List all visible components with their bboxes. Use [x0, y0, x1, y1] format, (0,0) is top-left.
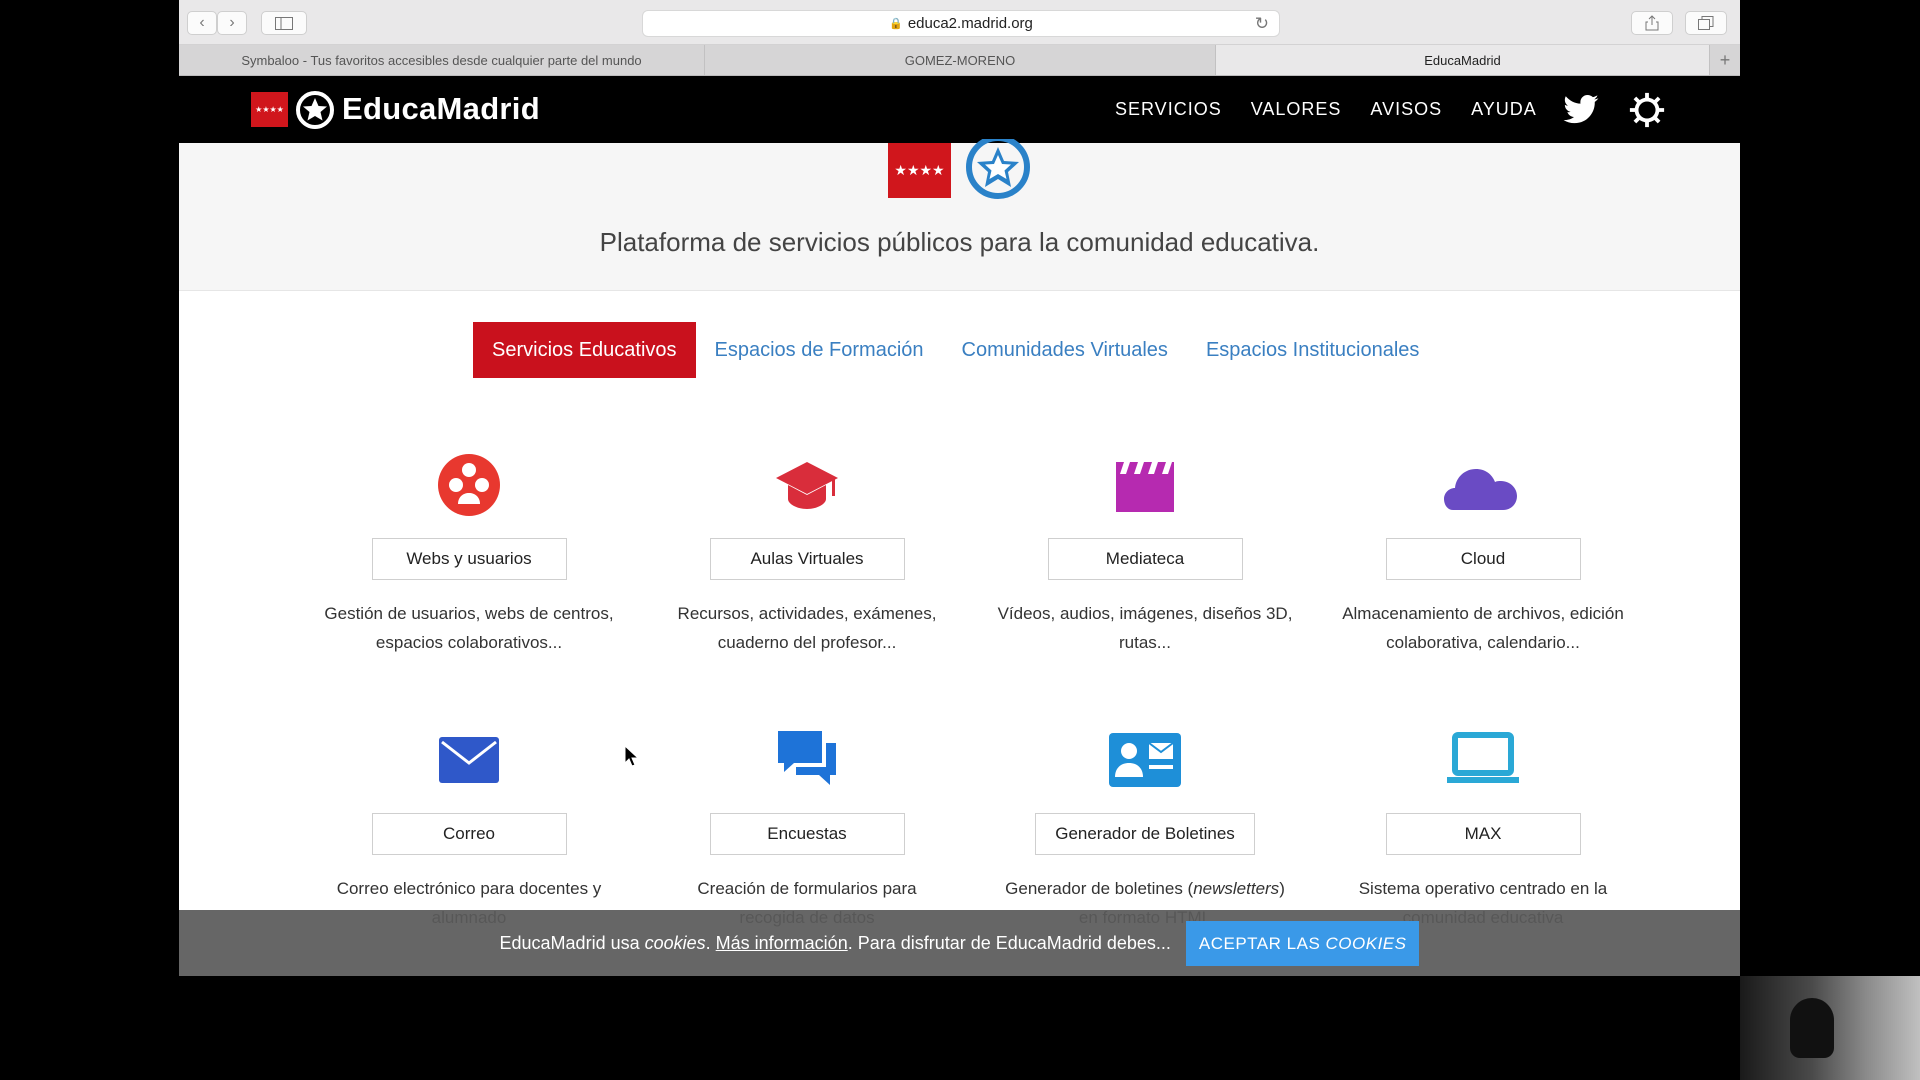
clapperboard-icon[interactable]	[1112, 452, 1178, 518]
cloud-desc-line2: colaborativa, calendario...	[1386, 633, 1580, 652]
aulas-desc-line2: cuaderno del profesor...	[717, 633, 897, 652]
educamadrid-star-icon	[296, 91, 334, 129]
brand-logo-text[interactable]: EducaMadrid	[342, 91, 540, 127]
url-text: educa2.madrid.org	[907, 15, 1033, 32]
mediateca-desc-line2: rutas...	[1119, 633, 1171, 652]
service-card-webs: Webs y usuarios Gestión de usuarios, web…	[309, 452, 629, 657]
service-card-boletines: Generador de Boletines Generador de bole…	[985, 727, 1305, 932]
cloud-button[interactable]: Cloud	[1385, 538, 1581, 580]
webs-description: Gestión de usuarios, webs de centros, es…	[309, 599, 629, 657]
nav-servicios[interactable]: SERVICIOS	[1115, 99, 1222, 120]
id-card-icon[interactable]	[1107, 727, 1183, 793]
mediateca-description: Vídeos, audios, imágenes, diseños 3D, ru…	[985, 599, 1305, 657]
sidebar-toggle-icon[interactable]	[261, 11, 307, 35]
site-header: ★★★★ EducaMadrid SERVICIOS VALORES AVISO…	[179, 76, 1740, 143]
browser-tab-gomez-moreno[interactable]: GOMEZ-MORENO	[705, 45, 1216, 75]
address-bar[interactable]: 🔒 educa2.madrid.org ↻	[642, 10, 1280, 37]
madrid-flag-icon: ★★★★	[888, 143, 951, 198]
hero-banner: ★★★★ Plataforma de servicios públicos pa…	[179, 139, 1740, 291]
cloud-icon[interactable]	[1443, 452, 1523, 518]
forward-button[interactable]: ›	[217, 11, 247, 35]
mediateca-desc-line1: Vídeos, audios, imágenes, diseños 3D,	[997, 604, 1293, 623]
webcam-overlay	[1740, 976, 1920, 1080]
aulas-desc-line1: Recursos, actividades, exámenes,	[677, 604, 937, 623]
cloud-desc-line1: Almacenamiento de archivos, edición	[1342, 604, 1624, 623]
webs-desc-line2: espacios colaborativos...	[375, 633, 563, 652]
presenter-silhouette	[1790, 998, 1834, 1058]
nav-avisos[interactable]: AVISOS	[1370, 99, 1442, 120]
envelope-icon[interactable]	[436, 727, 502, 793]
tab-espacios-formacion[interactable]: Espacios de Formación	[696, 322, 943, 378]
madrid-flag-icon: ★★★★	[251, 92, 288, 127]
browser-toolbar: ‹ › 🔒 educa2.madrid.org ↻	[179, 0, 1740, 45]
users-circle-icon[interactable]	[436, 452, 502, 518]
browser-tab-bar: Symbaloo - Tus favoritos accesibles desd…	[179, 45, 1740, 76]
correo-desc-line1: Correo electrónico para docentes y	[336, 879, 602, 898]
mediateca-button[interactable]: Mediateca	[1047, 538, 1243, 580]
service-card-encuestas: Encuestas Creación de formularios para r…	[647, 727, 967, 932]
hero-tagline: Plataforma de servicios públicos para la…	[599, 227, 1320, 257]
correo-button[interactable]: Correo	[371, 813, 567, 855]
browser-window: ‹ › 🔒 educa2.madrid.org ↻ Symbaloo - Tus…	[179, 0, 1740, 976]
tab-comunidades-virtuales[interactable]: Comunidades Virtuales	[943, 322, 1187, 378]
back-button[interactable]: ‹	[187, 11, 217, 35]
boletines-desc-line1: Generador de boletines (newsletters)	[1005, 879, 1285, 898]
max-desc-line1: Sistema operativo centrado en la	[1358, 879, 1608, 898]
webs-desc-line1: Gestión de usuarios, webs de centros,	[324, 604, 614, 623]
chat-bubbles-icon[interactable]	[774, 727, 840, 793]
tab-espacios-institucionales[interactable]: Espacios Institucionales	[1187, 322, 1438, 378]
encuestas-button[interactable]: Encuestas	[709, 813, 905, 855]
new-tab-icon[interactable]: +	[1710, 45, 1740, 75]
nav-valores[interactable]: VALORES	[1251, 99, 1342, 120]
twitter-icon[interactable]	[1562, 91, 1600, 129]
cloud-description: Almacenamiento de archivos, edición cola…	[1323, 599, 1643, 657]
tab-servicios-educativos[interactable]: Servicios Educativos	[473, 322, 696, 378]
encuestas-desc-line1: Creación de formularios para	[697, 879, 917, 898]
more-info-link[interactable]: Más información	[716, 933, 848, 953]
webs-button[interactable]: Webs y usuarios	[371, 538, 567, 580]
aulas-button[interactable]: Aulas Virtuales	[709, 538, 905, 580]
accept-cookies-button[interactable]: ACEPTAR LAS COOKIES	[1185, 920, 1420, 966]
nav-ayuda[interactable]: AYUDA	[1471, 99, 1537, 120]
max-button[interactable]: MAX	[1385, 813, 1581, 855]
boletines-button[interactable]: Generador de Boletines	[1035, 813, 1255, 855]
service-card-max: MAX Sistema operativo centrado en la com…	[1323, 727, 1643, 932]
share-icon[interactable]	[1631, 11, 1673, 35]
cookie-banner: EducaMadrid usa cookies. Más información…	[179, 910, 1740, 976]
reload-icon[interactable]: ↻	[1255, 14, 1269, 34]
covid-gear-icon[interactable]	[1628, 91, 1666, 129]
service-card-aulas: Aulas Virtuales Recursos, actividades, e…	[647, 452, 967, 657]
laptop-icon[interactable]	[1445, 727, 1521, 793]
service-card-cloud: Cloud Almacenamiento de archivos, edició…	[1323, 452, 1643, 657]
lock-icon: 🔒	[889, 18, 903, 30]
browser-tab-educamadrid[interactable]: EducaMadrid	[1216, 45, 1710, 75]
tabs-overview-icon[interactable]	[1685, 11, 1727, 35]
cookie-message: EducaMadrid usa cookies. Más información…	[499, 932, 1171, 953]
mouse-cursor-icon	[624, 745, 638, 767]
aulas-description: Recursos, actividades, exámenes, cuadern…	[647, 599, 967, 657]
educamadrid-star-icon	[966, 139, 1030, 199]
main-nav: SERVICIOS VALORES AVISOS AYUDA	[1115, 76, 1566, 143]
graduation-cap-icon[interactable]	[774, 452, 840, 518]
service-card-correo: Correo Correo electrónico para docentes …	[309, 727, 629, 932]
service-card-mediateca: Mediateca Vídeos, audios, imágenes, dise…	[985, 452, 1305, 657]
browser-tab-symbaloo[interactable]: Symbaloo - Tus favoritos accesibles desd…	[179, 45, 705, 75]
section-tabs: Servicios Educativos Espacios de Formaci…	[473, 322, 1438, 378]
